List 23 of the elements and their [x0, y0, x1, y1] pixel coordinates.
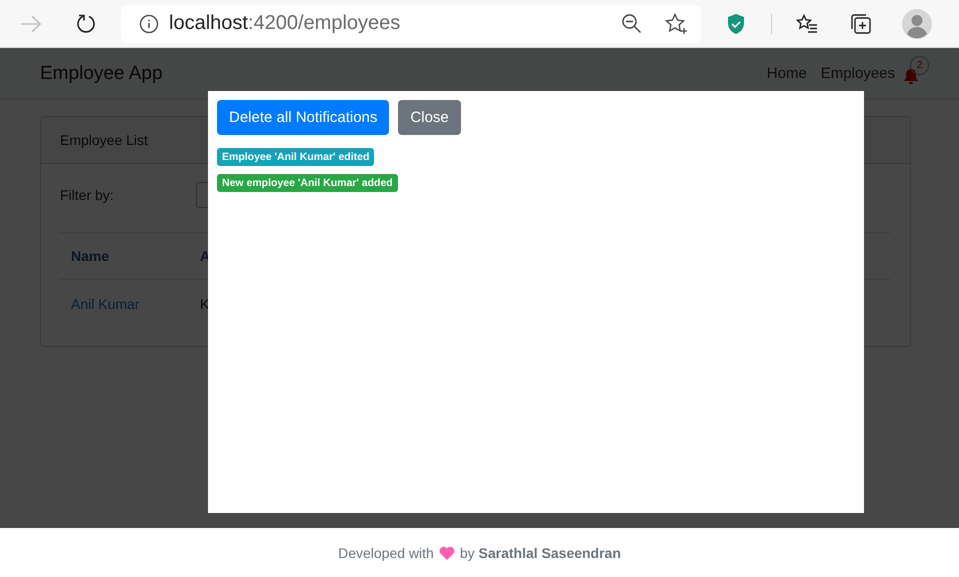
- nav-link[interactable]: Home: [766, 65, 807, 82]
- card-title: Employee List: [60, 132, 148, 148]
- filter-label: Filter by:: [60, 187, 114, 203]
- dialog-button[interactable]: Delete all Notifications: [217, 100, 390, 135]
- footer-credit: by Sarathlal Saseendran: [460, 544, 621, 560]
- footer-text: Developed with: [338, 544, 434, 560]
- reload-icon[interactable]: [75, 12, 97, 34]
- favorites-icon[interactable]: [796, 14, 818, 34]
- info-icon[interactable]: [139, 14, 159, 34]
- notification-badge: New employee 'Anil Kumar' added: [217, 174, 398, 192]
- shield-check-icon[interactable]: [727, 12, 745, 34]
- profile-avatar-icon[interactable]: [902, 8, 932, 38]
- star-plus-icon[interactable]: [665, 12, 689, 34]
- heart-icon: [438, 546, 455, 560]
- dialog-button[interactable]: Close: [398, 100, 461, 135]
- zoom-out-icon[interactable]: [621, 12, 643, 34]
- brand-title[interactable]: Employee App: [40, 62, 163, 84]
- collections-icon[interactable]: [850, 12, 872, 34]
- url-text: localhost:4200/employees: [169, 12, 400, 35]
- notification-badge: Employee 'Anil Kumar' edited: [217, 148, 374, 166]
- nav-link[interactable]: Employees: [820, 65, 895, 82]
- table-cell: K: [189, 280, 891, 328]
- address-bar[interactable]: localhost:4200/employees: [121, 4, 701, 42]
